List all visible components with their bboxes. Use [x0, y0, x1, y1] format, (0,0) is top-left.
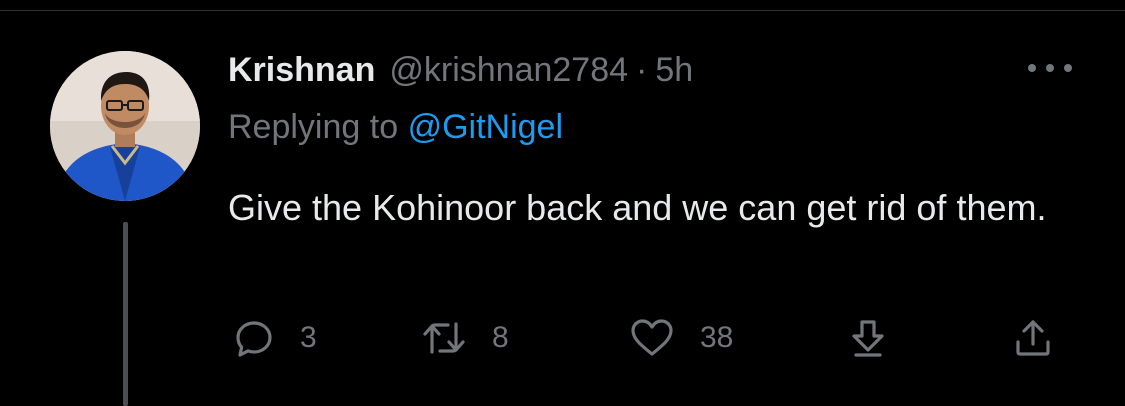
down-arrow-icon	[852, 320, 884, 357]
like-button[interactable]: 38	[628, 316, 733, 360]
replying-prefix: Replying to	[228, 108, 399, 146]
downvote-button[interactable]	[846, 316, 890, 360]
author-handle[interactable]: @krishnan2784	[389, 51, 628, 90]
tweet-time[interactable]: 5h	[655, 51, 693, 90]
tweet-header: Krishnan @krishnan2784 · 5h	[228, 48, 693, 92]
heart-icon	[631, 319, 673, 356]
share-icon	[1016, 320, 1050, 356]
replying-to-mention[interactable]: @GitNigel	[408, 108, 563, 146]
author-name[interactable]: Krishnan	[228, 51, 375, 90]
share-button[interactable]	[1011, 316, 1055, 360]
retweet-icon	[423, 322, 465, 354]
more-icon[interactable]	[1028, 55, 1072, 81]
reply-button[interactable]: 3	[232, 316, 317, 360]
reply-count: 3	[300, 321, 317, 354]
retweet-count: 8	[492, 321, 509, 354]
like-count: 38	[700, 321, 734, 354]
separator-dot: ·	[636, 50, 648, 89]
replying-to: Replying to @GitNigel	[228, 108, 563, 147]
retweet-button[interactable]: 8	[420, 316, 509, 360]
top-divider	[0, 10, 1125, 11]
thread-line	[123, 222, 128, 406]
reply-icon	[236, 321, 272, 357]
avatar[interactable]	[50, 51, 200, 201]
tweet-text: Give the Kohinoor back and we can get ri…	[228, 187, 1047, 228]
